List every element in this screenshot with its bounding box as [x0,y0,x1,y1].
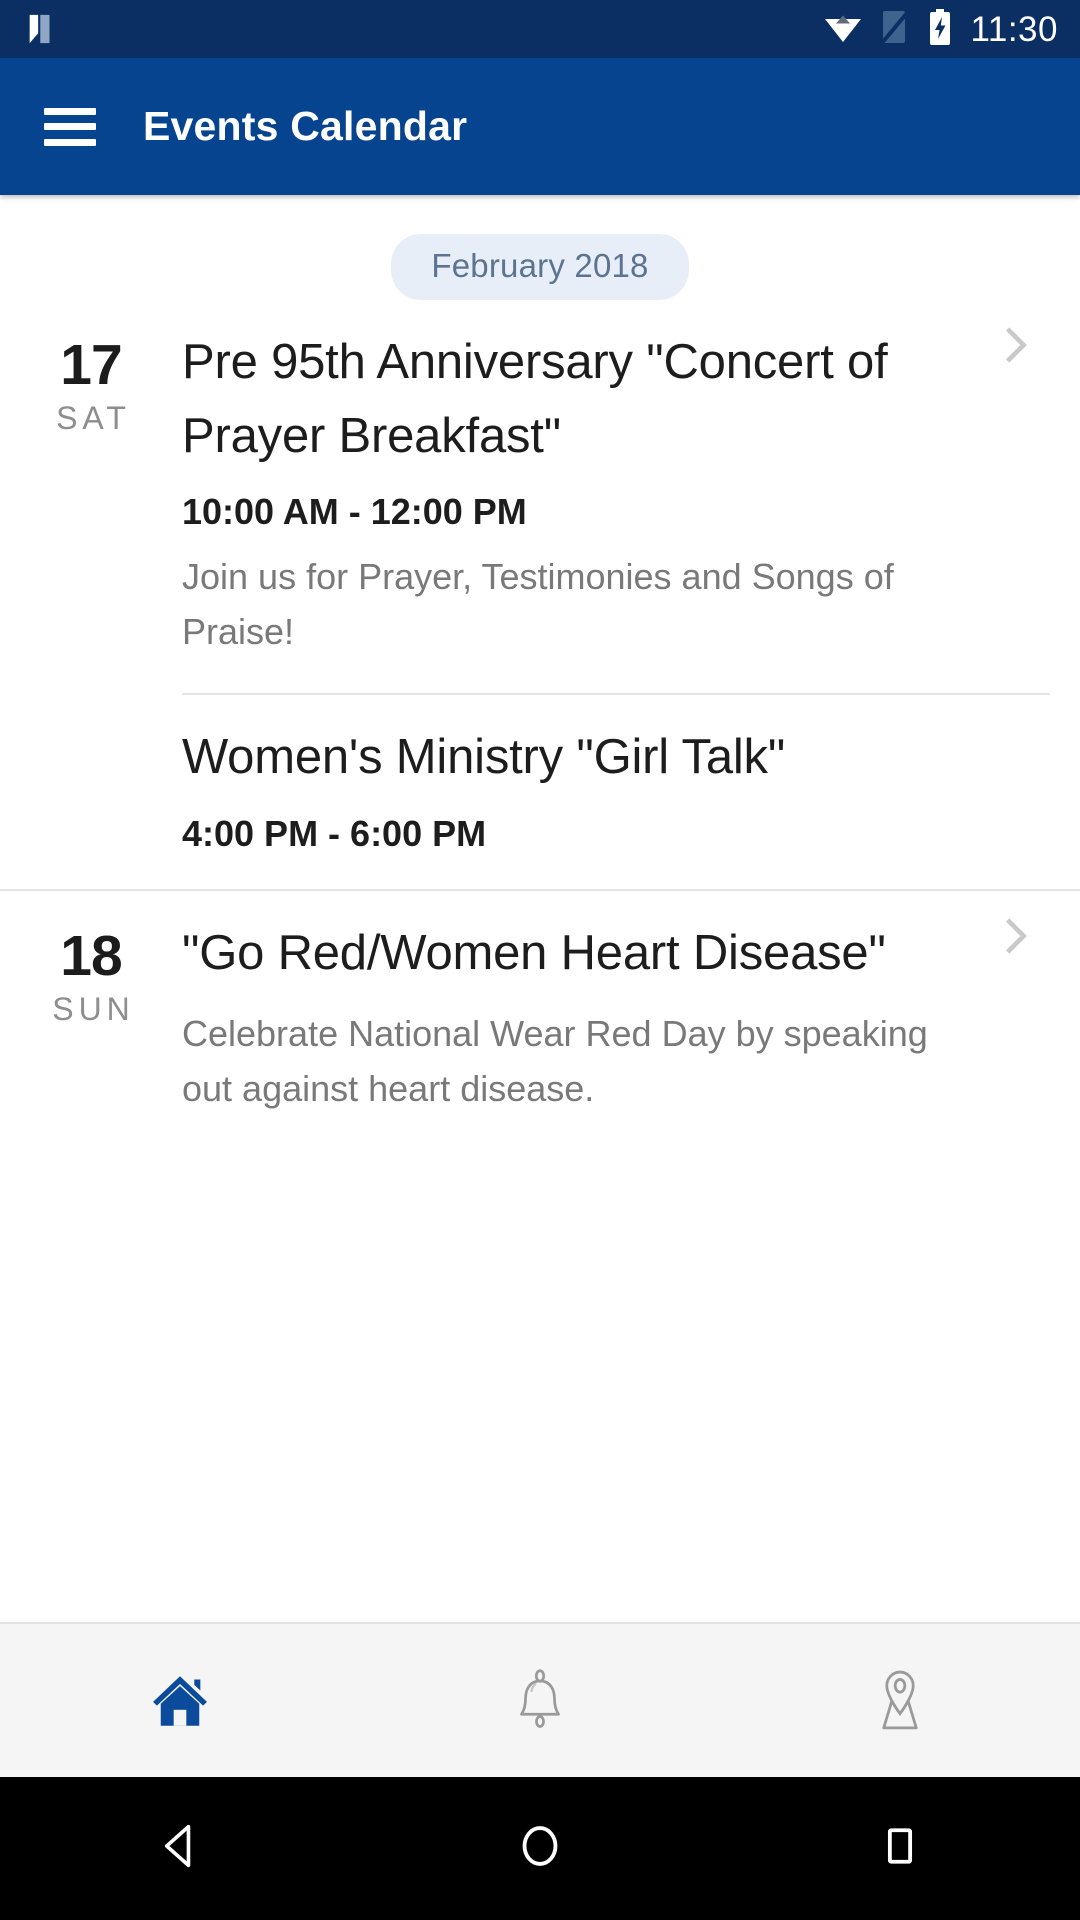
nav-back-button[interactable] [0,1817,360,1880]
android-nav-bar [0,1777,1080,1920]
events-list[interactable]: February 2018 17 SAT Pre 95th Anniversar… [0,195,1080,1622]
day-of-week: SAT [56,400,131,436]
event-title: Women's Ministry "Girl Talk" [182,730,786,785]
page-title: Events Calendar [143,103,468,149]
nav-recents-button[interactable] [720,1819,1080,1878]
recents-square-icon [873,1819,927,1878]
event-time: 10:00 AM - 12:00 PM [182,491,527,532]
chevron-right-icon[interactable] [992,913,1038,959]
hamburger-menu-icon[interactable] [44,107,96,146]
event-description: Celebrate National Wear Red Day by speak… [182,1013,928,1110]
date-column: 18 SUN [0,891,182,1151]
hamburger-line [44,138,96,146]
event-item[interactable]: "Go Red/Women Heart Disease" Celebrate N… [182,891,1050,1151]
day-group: 17 SAT Pre 95th Anniversary "Concert of … [0,300,1080,889]
home-icon [146,1668,214,1734]
bell-icon [510,1668,570,1734]
tab-locations[interactable] [720,1668,1080,1734]
event-description: Join us for Prayer, Testimonies and Song… [182,556,894,653]
chevron-right-icon[interactable] [992,322,1038,368]
hamburger-line [44,123,96,130]
bottom-tab-bar [0,1622,1080,1777]
status-bar-left [24,12,58,46]
phone-screen: 11:30 Events Calendar February 2018 17 S… [0,0,1080,1920]
tab-home[interactable] [0,1668,360,1734]
wifi-icon [823,10,863,49]
app-bar: Events Calendar [0,58,1080,195]
event-item[interactable]: Women's Ministry "Girl Talk" 4:00 PM - 6… [182,693,1050,889]
day-of-week: SUN [52,990,135,1027]
event-title: Pre 95th Anniversary "Concert of Prayer … [182,335,888,463]
map-pin-icon [869,1668,931,1734]
tab-notifications[interactable] [360,1668,720,1734]
back-triangle-icon [151,1817,209,1880]
month-badge: February 2018 [391,234,689,300]
status-bar-clock: 11:30 [970,9,1058,49]
signal-off-icon [879,9,909,50]
hamburger-line [44,107,96,115]
n-logo-icon [24,12,58,46]
status-bar-right: 11:30 [823,8,1059,51]
nav-home-button[interactable] [360,1817,720,1880]
month-header: February 2018 [0,195,1080,300]
event-title: "Go Red/Women Heart Disease" [182,925,886,980]
home-circle-icon [511,1817,569,1880]
event-time: 4:00 PM - 6:00 PM [182,812,487,854]
events-column: "Go Red/Women Heart Disease" Celebrate N… [182,891,1080,1151]
battery-charging-icon [927,8,953,51]
date-column: 17 SAT [0,300,182,889]
date-number: 17 [60,333,122,397]
status-bar: 11:30 [0,0,1080,58]
date-number: 18 [60,923,122,988]
events-column: Pre 95th Anniversary "Concert of Prayer … [182,300,1080,889]
day-group: 18 SUN "Go Red/Women Heart Disease" Cele… [0,888,1080,1151]
event-item[interactable]: Pre 95th Anniversary "Concert of Prayer … [182,300,1050,693]
